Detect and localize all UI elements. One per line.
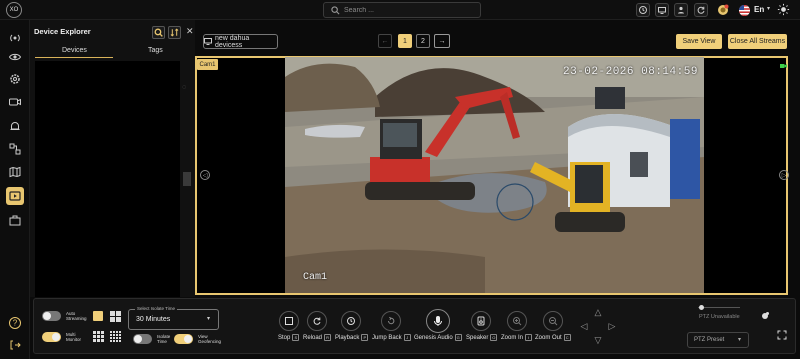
- notification-icon[interactable]: [717, 4, 729, 16]
- prev-page-button[interactable]: ←: [378, 34, 392, 48]
- sun-icon[interactable]: [777, 3, 790, 16]
- ptz-up-icon[interactable]: △: [592, 306, 604, 318]
- language-label[interactable]: En: [754, 5, 764, 14]
- save-view-button[interactable]: Save View: [676, 34, 722, 49]
- genesis-audio-label: Genesis Audio G: [414, 334, 462, 341]
- refresh-button[interactable]: [694, 3, 708, 17]
- jump-back-label: Jump Back J: [372, 334, 411, 341]
- auto-streaming-label: Auto Streaming: [66, 311, 87, 321]
- briefcase-icon[interactable]: [7, 212, 23, 228]
- chevron-down-icon[interactable]: ▾: [767, 5, 770, 12]
- tab-devices[interactable]: Devices: [62, 47, 87, 54]
- isolate-time-value: 30 Minutes: [136, 316, 171, 323]
- close-all-streams-button[interactable]: Close All Streams: [728, 34, 787, 49]
- sort-button[interactable]: [168, 26, 181, 39]
- layout-name-label: new dahua devicess: [215, 34, 250, 49]
- timestamp-overlay: 23-02-2026 08:14:59: [563, 66, 698, 78]
- view-geofencing-toggle[interactable]: [174, 334, 193, 344]
- ptz-preset-placeholder: PTZ Preset: [694, 337, 725, 343]
- zoom-in-button[interactable]: [507, 311, 527, 331]
- isolate-time-toggle[interactable]: [133, 334, 152, 344]
- ptz-left-icon[interactable]: ◁: [578, 320, 590, 332]
- recording-icon: [780, 63, 787, 69]
- grid-3x3-icon[interactable]: [93, 331, 104, 342]
- slider-thumb[interactable]: [699, 305, 704, 310]
- isolate-time-label: Isolate Time: [157, 334, 171, 344]
- speaker-button[interactable]: [471, 311, 491, 331]
- device-list[interactable]: [35, 61, 180, 297]
- monitor-icon: [204, 38, 212, 45]
- page-2-button[interactable]: 2: [416, 34, 430, 48]
- search-icon: [331, 6, 340, 15]
- stream-next-icon[interactable]: ▷: [779, 170, 789, 180]
- reload-button[interactable]: [307, 311, 327, 331]
- snapshot-icon[interactable]: [760, 311, 770, 321]
- grid-view-icon[interactable]: [110, 311, 121, 322]
- video-icon[interactable]: [7, 94, 23, 110]
- auto-streaming-toggle[interactable]: [42, 311, 61, 321]
- ptz-down-icon[interactable]: ▽: [592, 334, 604, 346]
- svg-text:?: ?: [13, 319, 18, 328]
- clock-button[interactable]: [636, 3, 650, 17]
- playback-label: Playback P: [335, 334, 369, 341]
- multi-monitor-label: Multi Monitor: [66, 332, 82, 342]
- ptz-right-icon[interactable]: ▷: [606, 320, 618, 332]
- broadcast-icon[interactable]: [7, 30, 23, 46]
- settings-icon[interactable]: [7, 71, 23, 87]
- genesis-audio-button[interactable]: [426, 309, 450, 333]
- ptz-preset-select[interactable]: PTZ Preset ▾: [687, 332, 749, 348]
- search-input[interactable]: [344, 4, 474, 16]
- close-panel-icon[interactable]: ✕: [186, 26, 194, 37]
- fullscreen-icon[interactable]: [777, 330, 787, 340]
- app-logo[interactable]: XO: [6, 2, 22, 18]
- scrollbar-thumb[interactable]: [183, 172, 191, 186]
- zoom-out-label: Zoom Out C: [535, 334, 571, 341]
- help-icon[interactable]: ?: [7, 315, 23, 331]
- explorer-title: Device Explorer: [34, 27, 91, 36]
- eye-icon[interactable]: [7, 49, 23, 65]
- camera-name-overlay: Cam1: [303, 272, 328, 283]
- map-icon[interactable]: [7, 164, 23, 180]
- flag-us-icon[interactable]: [739, 5, 750, 16]
- search-box[interactable]: [323, 2, 481, 18]
- network-icon[interactable]: [7, 141, 23, 157]
- jump-back-button[interactable]: [381, 311, 401, 331]
- stop-button[interactable]: [279, 311, 299, 331]
- speaker-label: Speaker O: [466, 334, 498, 341]
- search-devices-button[interactable]: [152, 26, 165, 39]
- streams-icon[interactable]: [6, 187, 24, 205]
- stop-label: Stop S: [278, 334, 300, 341]
- ptz-status: PTZ Unavailable: [699, 314, 740, 320]
- camera-feed[interactable]: [285, 57, 704, 293]
- chevron-down-icon: ▾: [207, 316, 211, 322]
- active-tab-underline: [35, 57, 113, 58]
- zoom-out-button[interactable]: [543, 311, 563, 331]
- stream-prev-icon[interactable]: ◁: [200, 170, 210, 180]
- single-view-button[interactable]: [93, 311, 103, 321]
- multi-monitor-toggle[interactable]: [42, 332, 61, 342]
- page-1-button[interactable]: 1: [398, 34, 412, 48]
- tab-tags[interactable]: Tags: [148, 47, 163, 54]
- chevron-down-icon: ▾: [738, 337, 742, 343]
- ptz-speed-slider[interactable]: [698, 305, 740, 310]
- logout-icon[interactable]: [7, 337, 23, 353]
- zoom-in-label: Zoom In I: [501, 334, 533, 341]
- isolate-time-select[interactable]: Select Isolate Time 30 Minutes ▾: [128, 306, 219, 330]
- monitor-button[interactable]: [655, 3, 669, 17]
- user-button[interactable]: [674, 3, 688, 17]
- playback-button[interactable]: [341, 311, 361, 331]
- reload-label: Reload R: [303, 334, 332, 341]
- isolate-time-legend: Select Isolate Time: [135, 306, 178, 311]
- grid-4x4-icon[interactable]: [110, 331, 121, 342]
- alert-icon[interactable]: [7, 118, 23, 134]
- camera-label: Cam1: [197, 59, 218, 70]
- slider-track: [698, 307, 740, 308]
- next-page-button[interactable]: →: [434, 34, 450, 48]
- layout-name-button[interactable]: new dahua devicess: [203, 34, 278, 49]
- loading-icon: ◌: [182, 84, 187, 91]
- view-geofencing-label: View Geofencing: [198, 334, 222, 344]
